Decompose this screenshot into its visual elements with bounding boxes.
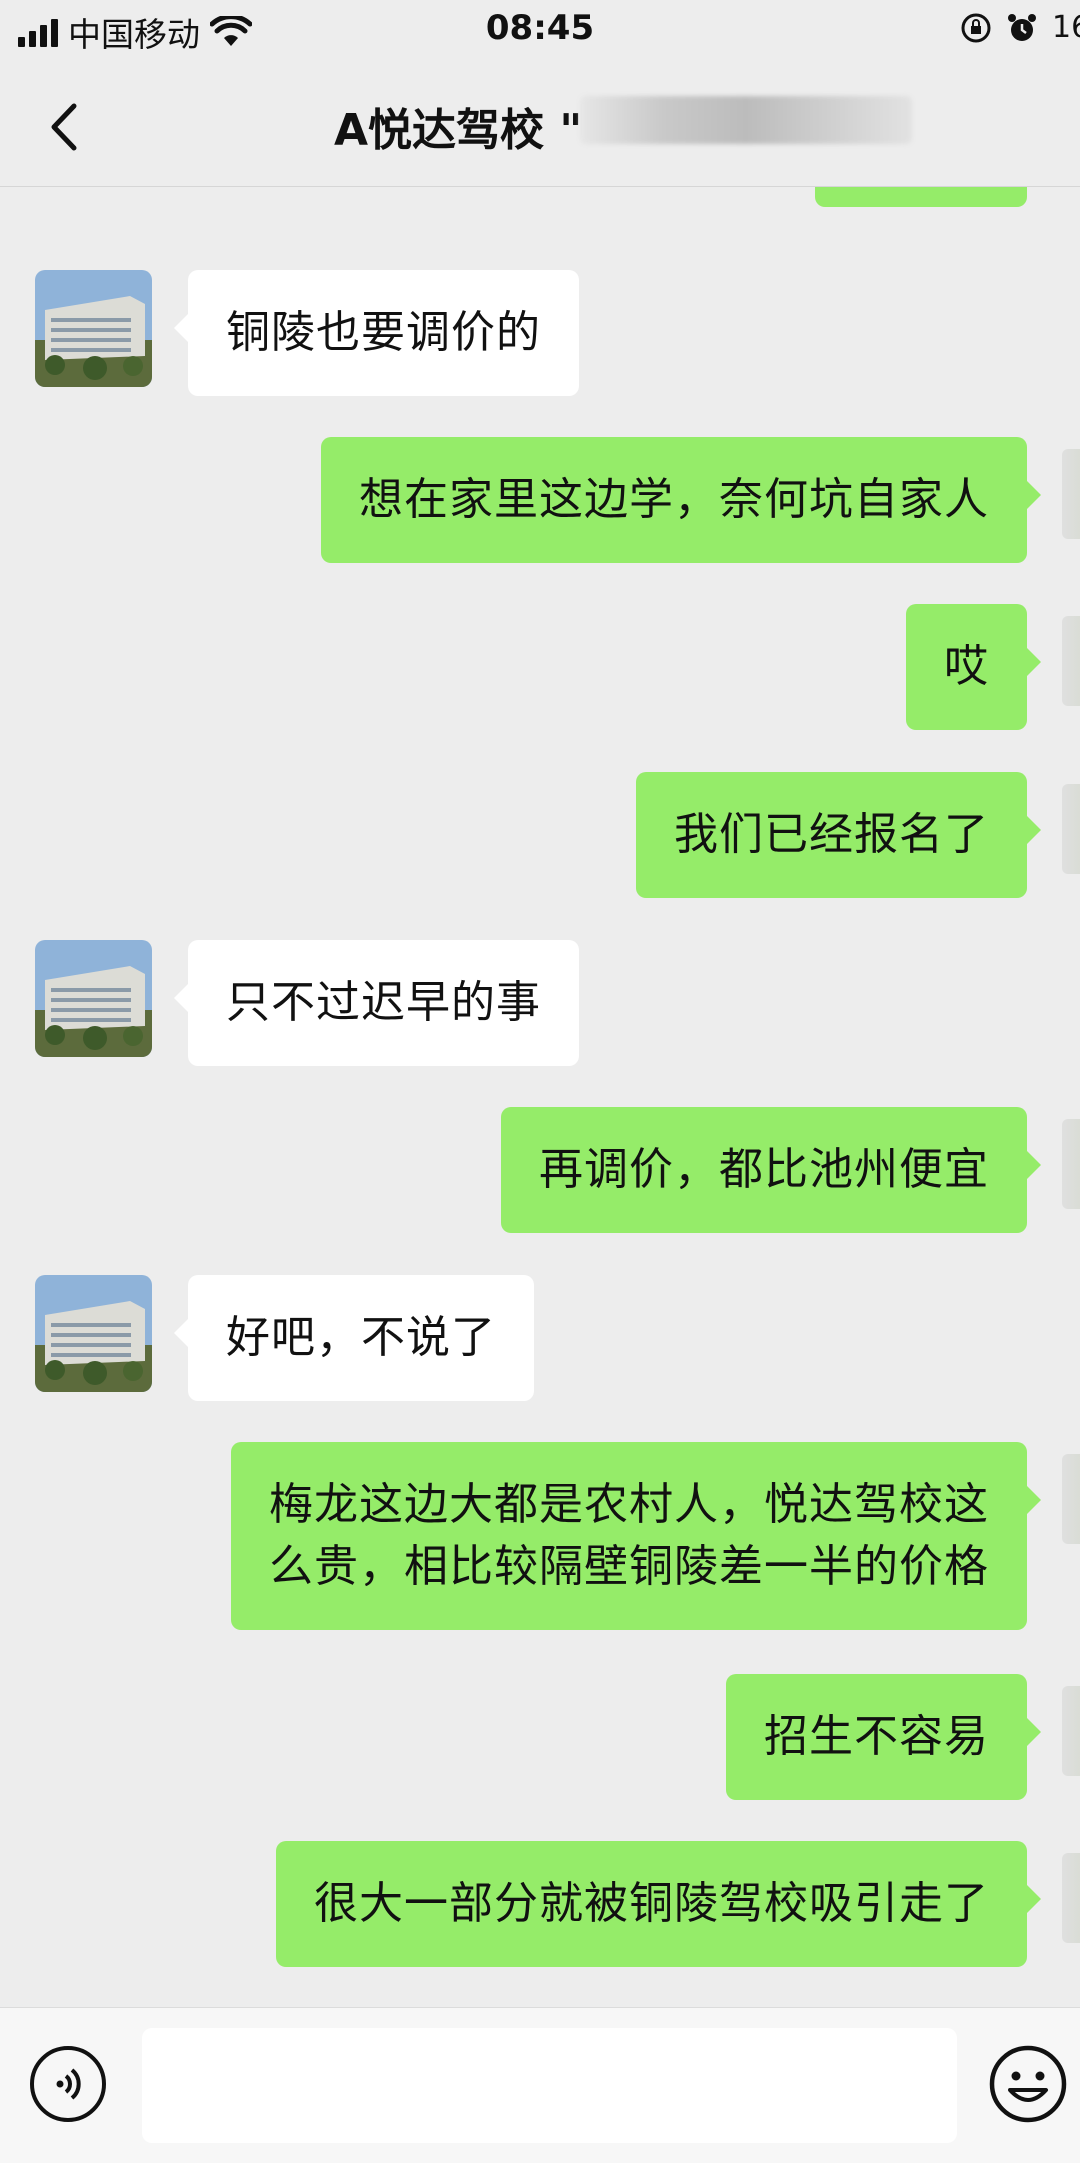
message-bubble-outgoing[interactable]: 梅龙这边大都是农村人，悦达驾校这 么贵，相比较隔壁铜陵差一半的价格 — [231, 1442, 1041, 1630]
contact-avatar[interactable] — [35, 940, 152, 1057]
partial-message-bubble — [815, 187, 1027, 207]
status-bar: 中国移动 08:45 16 — [0, 0, 1080, 64]
message-bubble-outgoing[interactable]: 再调价，都比池州便宜 — [501, 1107, 1041, 1233]
contact-avatar[interactable] — [35, 270, 152, 387]
message-bubble-incoming[interactable]: 好吧，不说了 — [174, 1275, 534, 1401]
chat-title: A悦达驾校 " — [334, 105, 583, 156]
message-bubble-outgoing[interactable]: 招生不容易 — [726, 1674, 1041, 1800]
message-bubble-incoming[interactable]: 铜陵也要调价的 — [174, 270, 579, 396]
status-right: 16 — [960, 10, 1080, 45]
chevron-left-icon[interactable] — [44, 100, 84, 154]
message-bubble-incoming[interactable]: 只不过迟早的事 — [174, 940, 579, 1066]
message-bubble-outgoing[interactable]: 哎 — [906, 604, 1041, 730]
voice-icon[interactable] — [30, 2046, 106, 2122]
redacted-area — [580, 96, 912, 144]
my-avatar-edge — [1062, 1853, 1080, 1943]
building-photo-icon — [35, 940, 152, 1057]
message-bubble-outgoing[interactable]: 我们已经报名了 — [636, 772, 1041, 898]
alarm-icon — [1008, 13, 1036, 41]
my-avatar-edge — [1062, 1454, 1080, 1544]
my-avatar-edge — [1062, 449, 1080, 539]
message-list[interactable]: 铜陵也要调价的 想在家里这边学，奈何坑自家人 哎 我们已经报名了 只不过迟早的事… — [0, 187, 1080, 2007]
my-avatar-edge — [1062, 1686, 1080, 1776]
clock: 08:45 — [485, 8, 595, 48]
chat-header: A悦达驾校 " — [0, 64, 1080, 187]
input-bar — [0, 2007, 1080, 2163]
emoji-icon[interactable] — [988, 2044, 1068, 2124]
rotation-lock-icon — [961, 13, 991, 42]
my-avatar-edge — [1062, 1119, 1080, 1209]
message-bubble-outgoing[interactable]: 想在家里这边学，奈何坑自家人 — [321, 437, 1041, 563]
message-bubble-outgoing[interactable]: 很大一部分就被铜陵驾校吸引走了 — [276, 1841, 1041, 1967]
building-photo-icon — [35, 1275, 152, 1392]
contact-avatar[interactable] — [35, 1275, 152, 1392]
my-avatar-edge — [1062, 616, 1080, 706]
my-avatar-edge — [1062, 784, 1080, 874]
battery-level: 16 — [1052, 10, 1080, 45]
message-input[interactable] — [142, 2028, 957, 2143]
building-photo-icon — [35, 270, 152, 387]
